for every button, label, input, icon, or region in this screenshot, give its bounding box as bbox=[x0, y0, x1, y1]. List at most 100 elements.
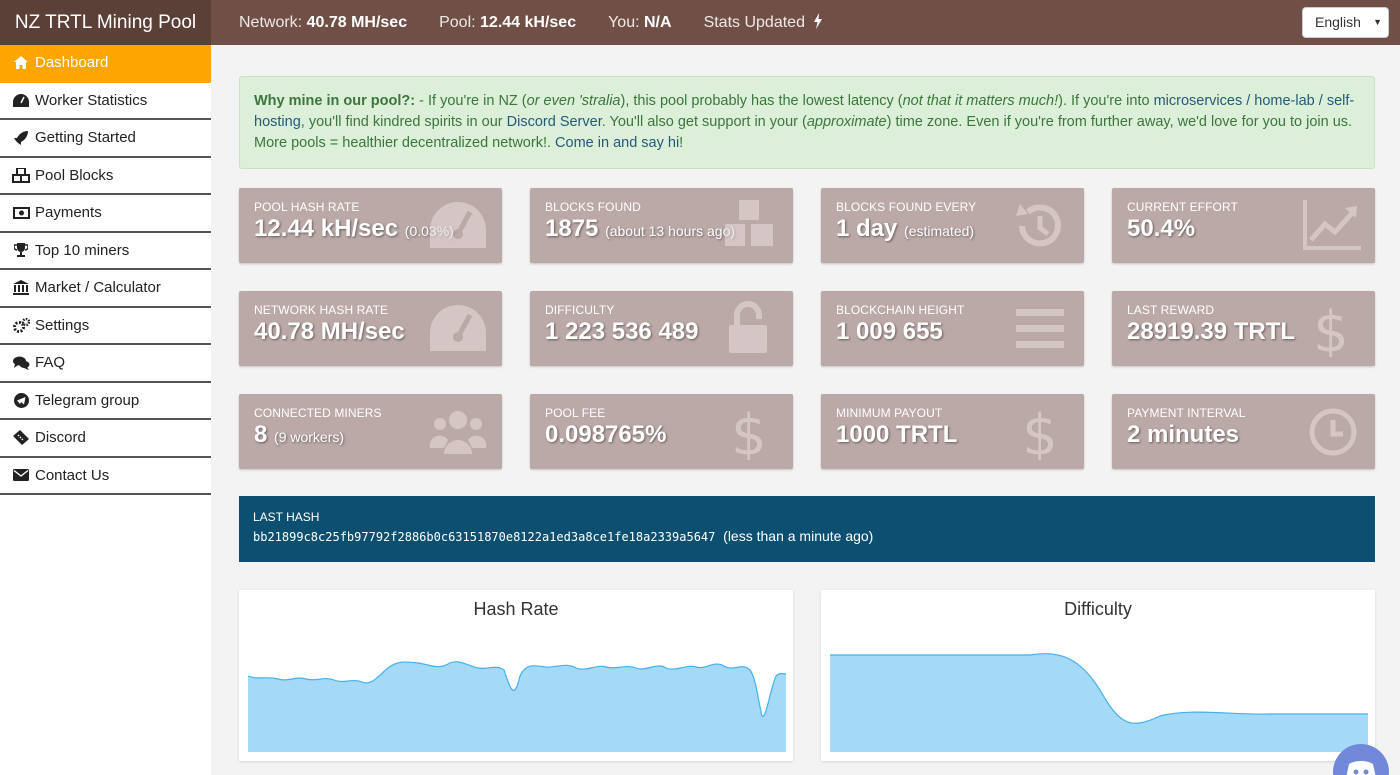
unlock-icon bbox=[729, 301, 767, 353]
cogs-icon bbox=[12, 317, 30, 333]
dollar-icon: $ bbox=[1313, 301, 1349, 357]
card-value-text: 1875 bbox=[545, 215, 599, 242]
sidebar-item-top-10-miners[interactable]: Top 10 miners bbox=[0, 233, 211, 270]
sidebar-item-market-calculator[interactable]: Market / Calculator bbox=[0, 270, 211, 308]
svg-text:$: $ bbox=[1022, 404, 1058, 460]
telegram-icon bbox=[12, 392, 30, 408]
bolt-icon bbox=[814, 13, 823, 29]
card-value-text: 12.44 kH/sec bbox=[254, 215, 399, 242]
payment-interval-card: Payment Interval 2 minutes bbox=[1112, 394, 1375, 469]
last-hash-label: LAST HASH bbox=[253, 510, 320, 524]
trophy-icon bbox=[12, 242, 30, 258]
sidebar-item-faq[interactable]: FAQ bbox=[0, 345, 211, 383]
card-note: (about 13 hours ago) bbox=[605, 223, 736, 239]
sidebar-item-label: Worker Statistics bbox=[35, 91, 148, 109]
users-icon bbox=[429, 411, 487, 454]
sidebar-item-discord[interactable]: Discord bbox=[0, 420, 211, 458]
history-icon bbox=[1016, 204, 1061, 247]
notice-emphasis: approximate bbox=[806, 114, 887, 130]
money-icon bbox=[12, 205, 30, 221]
cubes-icon bbox=[725, 200, 773, 246]
hash-rate-chart: Hash Rate bbox=[239, 590, 793, 761]
tachometer-icon bbox=[12, 92, 30, 108]
header-stats: Network: 40.78 MH/sec Pool: 12.44 kH/sec… bbox=[239, 0, 855, 45]
difficulty-card: Difficulty 1 223 536 489 bbox=[530, 291, 793, 366]
last-hash-value[interactable]: bb21899c8c25fb97792f2886b0c63151870e8122… bbox=[253, 530, 715, 544]
sidebar-item-pool-blocks[interactable]: Pool Blocks bbox=[0, 158, 211, 195]
stats-updated: Stats Updated bbox=[704, 13, 824, 32]
sidebar-item-settings[interactable]: Settings bbox=[0, 308, 211, 345]
discord-server-link[interactable]: Discord Server bbox=[507, 114, 602, 130]
sidebar-item-dashboard[interactable]: Dashboard bbox=[0, 45, 211, 83]
network-label: Network: bbox=[239, 13, 303, 31]
sidebar-item-contact-us[interactable]: Contact Us bbox=[0, 458, 211, 495]
envelope-icon bbox=[12, 467, 30, 483]
home-icon bbox=[12, 55, 30, 71]
sidebar-item-label: Payments bbox=[35, 204, 102, 222]
notice-text: . You'll also get support in your ( bbox=[601, 114, 807, 130]
language-select[interactable]: English ▼ bbox=[1302, 7, 1389, 38]
line-chart-icon bbox=[1303, 200, 1361, 250]
dollar-icon: $ bbox=[1022, 404, 1058, 460]
svg-text:$: $ bbox=[1313, 301, 1349, 357]
current-effort-card: Current Effort 50.4% bbox=[1112, 188, 1375, 263]
pool-stat: Pool: 12.44 kH/sec bbox=[439, 14, 576, 32]
pool-fee-card: Pool Fee 0.098765% $ bbox=[530, 394, 793, 469]
chart-title: Difficulty bbox=[1064, 599, 1132, 619]
sidebar-item-label: Contact Us bbox=[35, 466, 110, 484]
dollar-icon: $ bbox=[731, 404, 767, 460]
notice-text: - If you're in NZ ( bbox=[415, 93, 527, 109]
chevron-down-icon: ▼ bbox=[1373, 17, 1382, 27]
network-stat: Network: 40.78 MH/sec bbox=[239, 14, 407, 32]
notice-text: ). If you're into bbox=[1058, 93, 1154, 109]
notice-text: , you'll find kindred spirits in our bbox=[300, 114, 507, 130]
comments-icon bbox=[12, 355, 30, 371]
notice-lead: Why mine in our pool?: bbox=[254, 93, 416, 109]
say-hi-link[interactable]: Come in and say hi bbox=[555, 135, 679, 151]
blocks-found-every-card: Blocks Found Every 1 day (estimated) bbox=[821, 188, 1084, 263]
sidebar-item-worker-statistics[interactable]: Worker Statistics bbox=[0, 83, 211, 120]
language-value: English bbox=[1315, 14, 1361, 30]
pool-label: Pool: bbox=[439, 13, 476, 31]
sidebar-item-label: FAQ bbox=[35, 354, 66, 372]
sidebar-item-label: Pool Blocks bbox=[35, 166, 114, 184]
sidebar-item-getting-started[interactable]: Getting Started bbox=[0, 120, 211, 158]
card-value-text: 1 day bbox=[836, 215, 898, 242]
difficulty-chart: Difficulty bbox=[821, 590, 1375, 761]
last-reward-card: Last Reward 28919.39 TRTL $ bbox=[1112, 291, 1375, 366]
card-note: (estimated) bbox=[904, 223, 975, 239]
connected-miners-card: Connected Miners 8 (9 workers) bbox=[239, 394, 502, 469]
sidebar-item-label: Getting Started bbox=[35, 129, 136, 147]
sidebar-item-label: Market / Calculator bbox=[35, 279, 161, 297]
svg-text:$: $ bbox=[731, 404, 767, 460]
brand-title[interactable]: NZ TRTL Mining Pool bbox=[0, 0, 211, 45]
pool-notice: Why mine in our pool?: - If you're in NZ… bbox=[239, 76, 1375, 169]
sidebar-item-label: Dashboard bbox=[35, 54, 109, 72]
stats-updated-label: Stats Updated bbox=[703, 14, 805, 31]
you-value: N/A bbox=[644, 13, 672, 31]
top-bar: NZ TRTL Mining Pool Network: 40.78 MH/se… bbox=[0, 0, 1400, 45]
tachometer-icon bbox=[430, 305, 486, 351]
sidebar-item-payments[interactable]: Payments bbox=[0, 195, 211, 233]
sidebar-item-label: Discord bbox=[35, 429, 86, 447]
bars-icon bbox=[1016, 309, 1064, 348]
clock-icon bbox=[1309, 408, 1357, 456]
network-value: 40.78 MH/sec bbox=[306, 13, 408, 31]
last-hash-time: (less than a minute ago) bbox=[723, 528, 874, 544]
card-note: (9 workers) bbox=[274, 429, 345, 445]
ticket-icon bbox=[12, 430, 30, 446]
sidebar-item-telegram-group[interactable]: Telegram group bbox=[0, 383, 211, 420]
card-value-text: 8 bbox=[254, 421, 268, 448]
rocket-icon bbox=[12, 130, 30, 146]
bank-icon bbox=[12, 280, 30, 296]
discord-widget-button[interactable] bbox=[1333, 744, 1389, 775]
hash-rate-area bbox=[248, 661, 786, 752]
last-hash-panel: LAST HASH bb21899c8c25fb97792f2886b0c631… bbox=[239, 496, 1375, 562]
you-label: You: bbox=[608, 13, 640, 31]
sidebar-item-label: Telegram group bbox=[35, 391, 140, 409]
tachometer-icon bbox=[430, 202, 486, 248]
notice-text: ), this pool probably has the lowest lat… bbox=[620, 93, 903, 109]
notice-emphasis: or even 'stralia bbox=[526, 93, 621, 109]
notice-emphasis: not that it matters much! bbox=[902, 93, 1059, 109]
pool-value: 12.44 kH/sec bbox=[480, 13, 577, 31]
